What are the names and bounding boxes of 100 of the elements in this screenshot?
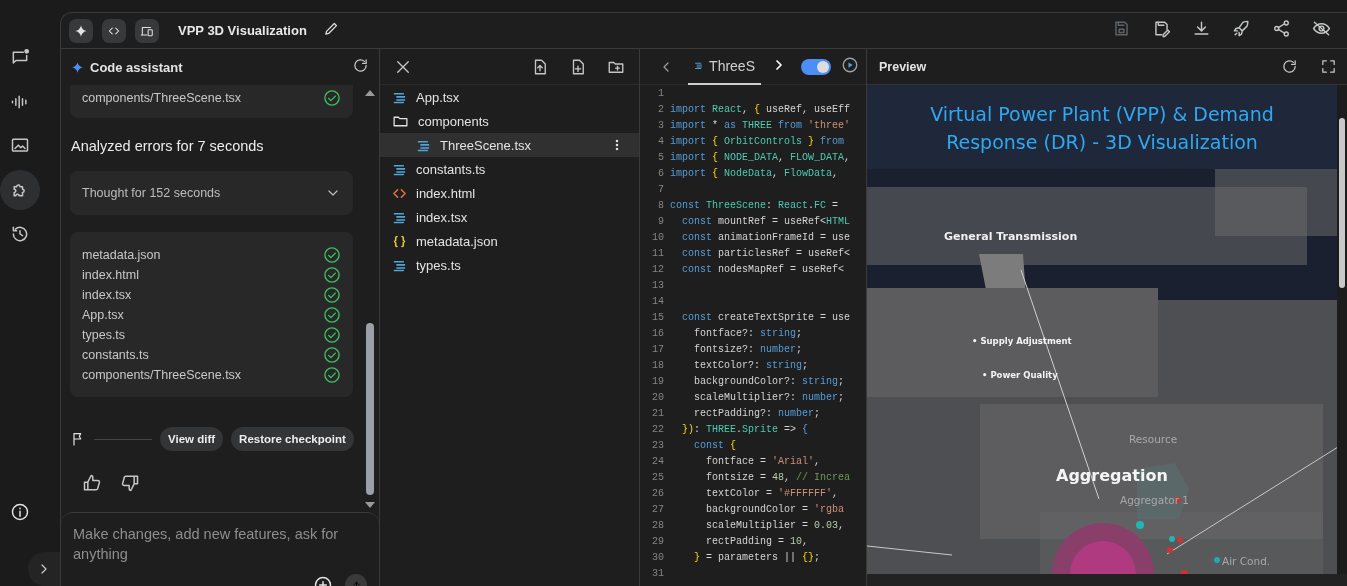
scene-label: • Supply Adjustment [972,336,1072,346]
expand-button[interactable] [28,552,60,586]
thumbs-up-icon[interactable] [82,473,102,493]
code-line: import { OrbitControls } from [670,135,845,149]
play-circle-icon[interactable] [841,55,859,74]
editor-tab[interactable]: ThreeS [688,48,761,85]
line-number: 2 [657,103,664,117]
code-line: textColor = '#FFFFFF', [705,487,839,501]
pencil-icon[interactable] [322,20,340,37]
project-title: VPP 3D Visualization [178,23,307,38]
line-number: 26 [651,487,664,501]
code-line: rectPadding = 10, [705,535,809,549]
sparkle-button[interactable] [69,18,93,43]
line-number: 12 [651,263,664,277]
line-number: 5 [657,151,664,165]
save-edit-icon[interactable] [1152,19,1171,38]
file-tree-item[interactable]: index.tsx [380,205,639,229]
code-line: }): THREE.Sprite => { [681,423,809,437]
file-tree-item[interactable]: index.html [380,181,639,205]
line-number: 19 [651,375,664,389]
code-line: rectPadding?: number; [693,407,821,421]
code-line: import { NODE_DATA, FLOW_DATA, [670,151,851,165]
file-name: types.ts [82,328,126,342]
file-tree-item[interactable]: components [380,109,639,133]
line-number: 29 [651,535,664,549]
line-number: 17 [651,343,664,357]
line-number: 7 [657,183,664,197]
line-number: 13 [651,279,664,293]
scene-label: Resource [1129,433,1178,445]
code-line: fontface = 'Arial', [705,455,821,469]
check-circle-icon [323,89,341,107]
code-line: const animationFrameId = use [681,231,851,245]
code-line: import { NodeData, FlowData, [670,167,839,181]
3d-scene-drawing[interactable] [867,169,1337,574]
file-tree-item[interactable]: metadata.json [380,229,639,253]
line-number: 30 [651,551,664,565]
line-number: 3 [657,119,664,133]
history-icon [10,224,30,244]
rocket-icon[interactable] [1232,19,1251,38]
line-number: 27 [651,503,664,517]
code-line: const ThreeScene: React.FC = [670,199,839,213]
file-tree-item[interactable]: App.tsx [380,85,639,109]
scene-label: Aggregation [1056,466,1168,485]
thumbs-down-icon[interactable] [120,473,140,493]
refresh-icon[interactable] [1281,58,1298,75]
fullscreen-icon[interactable] [1320,58,1337,75]
code-line: backgroundColor?: string; [693,375,845,389]
line-number: 21 [651,407,664,421]
code-line: scaleMultiplier?: number; [693,391,845,405]
line-number: 4 [657,135,664,149]
code-line: fontsize?: number; [693,343,803,357]
check-circle-icon [323,306,341,324]
code-line: const mountRef = useRef<HTML [681,215,851,229]
line-number: 22 [651,423,664,437]
file-name: metadata.json [82,248,161,262]
thought-summary[interactable]: Thought for 152 seconds [70,171,353,215]
line-number: 28 [651,519,664,533]
code-line: fontface?: string; [693,327,803,341]
restore-checkpoint-button[interactable]: Restore checkpoint [231,427,354,451]
code-line: const createTextSprite = use [681,311,851,325]
file-tree-item[interactable]: ThreeScene.tsx [380,133,639,157]
line-number: 18 [651,359,664,373]
file-name: constants.ts [82,348,149,362]
line-number: 11 [651,247,664,261]
line-number: 15 [651,311,664,325]
code-line: const particlesRef = useRef< [681,247,851,261]
panel-title: Code assistant [90,59,183,75]
file-name: components/ThreeScene.tsx [82,368,242,382]
info-icon[interactable] [10,502,30,522]
refresh-icon[interactable] [352,56,369,74]
code-line: import React, { useRef, useEff [670,103,851,117]
line-number: 9 [657,215,664,229]
toggle-switch[interactable] [801,58,831,75]
device-button[interactable] [135,18,159,43]
line-number: 25 [651,471,664,485]
line-number: 23 [651,439,664,453]
file-tree-item[interactable]: constants.ts [380,157,639,181]
code-line: backgroundColor = 'rgba [705,503,845,517]
scene-label: Air Cond. [1222,555,1271,567]
status-text: Analyzed errors for 7 seconds [71,138,265,154]
rail-button[interactable] [0,170,40,210]
scrollbar-thumb[interactable] [1339,118,1345,288]
download-icon[interactable] [1192,19,1211,38]
check-circle-icon [323,326,341,344]
line-number: 14 [651,295,664,309]
view-diff-button[interactable]: View diff [160,427,224,451]
code-button[interactable] [102,18,126,43]
code-line: fontsize = 48, // Increa [705,471,851,485]
code-line: textColor?: string; [693,359,809,373]
line-number: 1 [657,87,664,101]
eye-off-icon[interactable] [1312,19,1331,38]
share-icon[interactable] [1272,19,1291,38]
code-line: scaleMultiplier = 0.03, [705,519,845,533]
line-number: 8 [657,199,664,213]
check-circle-icon [323,366,341,384]
line-number: 6 [657,167,664,181]
panel-title: Preview [879,59,927,74]
prompt-input[interactable]: Make changes, add new features, ask for anything [73,524,353,568]
scrollbar-thumb[interactable] [366,323,374,495]
file-tree-item[interactable]: types.ts [380,253,639,277]
